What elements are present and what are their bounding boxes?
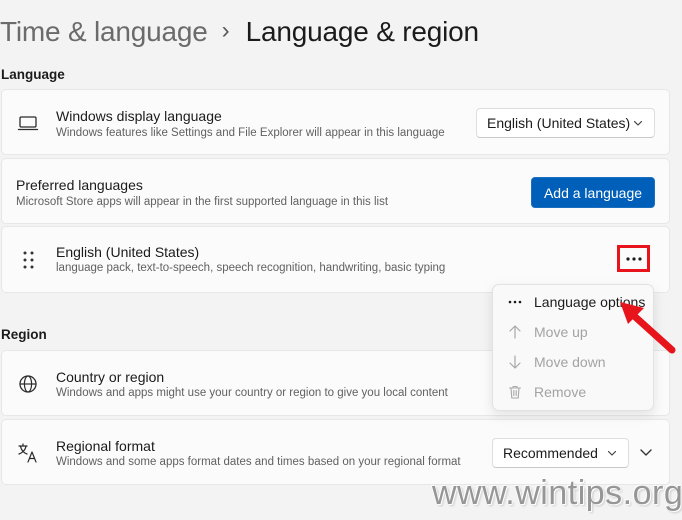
annotation-arrow-icon: [620, 302, 676, 354]
chevron-down-icon: [633, 120, 643, 126]
preferred-languages-subtitle: Microsoft Store apps will appear in the …: [16, 196, 389, 208]
breadcrumb-parent-link[interactable]: Time & language: [0, 16, 208, 48]
display-language-card: Windows display language Windows feature…: [1, 89, 670, 155]
drag-handle-icon[interactable]: [18, 249, 40, 271]
regional-format-subtitle: Windows and some apps format dates and t…: [56, 456, 461, 468]
chevron-down-icon: [607, 450, 617, 456]
display-language-title: Windows display language: [56, 108, 222, 124]
regional-format-dropdown[interactable]: Recommended: [492, 438, 629, 468]
breadcrumb-separator-icon: ›: [221, 17, 230, 44]
page-title: Language & region: [245, 16, 479, 47]
language-format-icon: [18, 443, 37, 463]
more-icon: [625, 256, 642, 261]
more-options-button[interactable]: [617, 245, 650, 272]
regional-format-title: Regional format: [56, 438, 155, 454]
menu-item-label: Move up: [534, 324, 588, 340]
display-language-dropdown[interactable]: English (United States): [476, 108, 655, 138]
preferred-languages-title: Preferred languages: [16, 177, 143, 193]
arrow-up-icon: [509, 325, 521, 339]
add-language-button[interactable]: Add a language: [531, 177, 655, 208]
display-language-subtitle: Windows features like Settings and File …: [56, 127, 445, 139]
more-icon: [508, 300, 522, 304]
region-section-label: Region: [1, 327, 47, 342]
menu-item-label: Move down: [534, 354, 606, 370]
menu-item-remove: Remove: [493, 377, 653, 407]
breadcrumb: Time & language › Language & region: [0, 12, 479, 52]
preferred-languages-card: Preferred languages Microsoft Store apps…: [1, 158, 670, 224]
globe-icon: [19, 375, 37, 393]
laptop-icon: [17, 116, 39, 131]
menu-item-label: Remove: [534, 384, 587, 400]
country-region-subtitle: Windows and apps might use your country …: [56, 387, 448, 399]
language-name: English (United States): [56, 244, 200, 260]
watermark: www.wintips.org: [432, 474, 682, 512]
regional-format-selected: Recommended: [503, 445, 598, 461]
display-language-selected: English (United States): [487, 115, 631, 131]
language-section-label: Language: [1, 67, 65, 82]
country-region-title: Country or region: [56, 369, 165, 385]
trash-icon: [508, 385, 522, 399]
expand-chevron-icon[interactable]: [638, 444, 654, 460]
language-list-item[interactable]: English (United States) language pack, t…: [1, 226, 670, 293]
arrow-down-icon: [509, 355, 521, 369]
language-features: language pack, text-to-speech, speech re…: [56, 262, 446, 274]
